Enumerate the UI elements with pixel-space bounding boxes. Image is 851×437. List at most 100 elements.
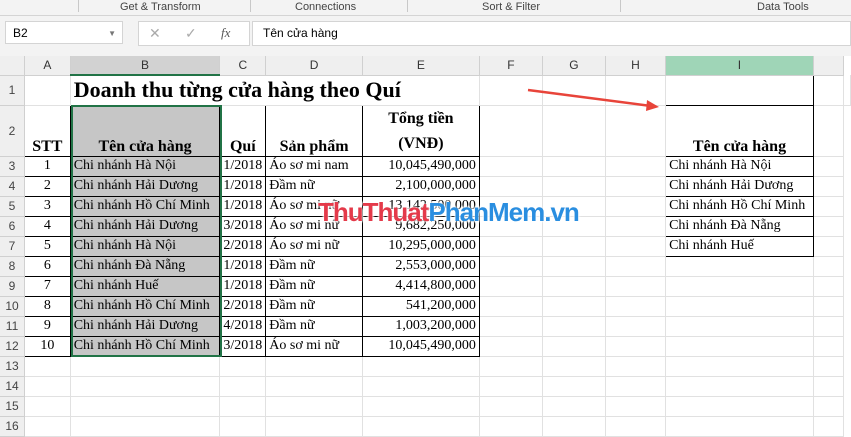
cell[interactable]	[362, 396, 480, 417]
column-header-d[interactable]: D	[265, 56, 363, 76]
cell[interactable]	[813, 336, 845, 357]
cell[interactable]	[665, 336, 814, 357]
column-header-c[interactable]: C	[219, 56, 267, 76]
row-header[interactable]: 10	[0, 296, 26, 317]
row-header[interactable]: 13	[0, 356, 26, 377]
cell[interactable]	[70, 356, 221, 377]
cell[interactable]	[605, 236, 667, 257]
row-header[interactable]: 1	[0, 75, 26, 106]
total-cell[interactable]: 4,414,800,000	[361, 275, 480, 297]
store-cell[interactable]: Chi nhánh Hồ Chí Minh	[69, 195, 221, 217]
cell[interactable]	[542, 236, 606, 257]
cell[interactable]	[813, 156, 845, 177]
unique-store-cell[interactable]: Chi nhánh Hà Nội	[665, 155, 814, 177]
cell[interactable]	[479, 296, 543, 317]
cell[interactable]	[665, 316, 814, 337]
header-total[interactable]: Tổng tiền (VNĐ)	[361, 104, 480, 157]
title-cell[interactable]: Doanh thu từng cửa hàng theo Quí	[70, 75, 480, 106]
cell[interactable]	[24, 416, 71, 437]
cell[interactable]	[219, 416, 267, 437]
formula-input[interactable]: Tên cửa hàng	[252, 21, 851, 46]
total-cell[interactable]: 1,003,200,000	[361, 315, 480, 337]
cell[interactable]	[542, 276, 606, 297]
name-box[interactable]: B2 ▼	[5, 21, 123, 44]
cell[interactable]	[813, 236, 845, 257]
store-cell[interactable]: Chi nhánh Hải Dương	[69, 315, 221, 337]
total-cell[interactable]: 541,200,000	[361, 295, 480, 317]
store-cell[interactable]: Chi nhánh Hà Nội	[69, 155, 221, 177]
quarter-cell[interactable]: 1/2018	[219, 255, 267, 277]
row-header[interactable]: 14	[0, 376, 26, 397]
quarter-cell[interactable]: 2/2018	[219, 295, 267, 317]
header-stt[interactable]: STT	[24, 104, 71, 157]
cell[interactable]	[813, 396, 845, 417]
column-header-i[interactable]: I	[665, 56, 814, 76]
stt-cell[interactable]: 2	[24, 175, 71, 197]
cell[interactable]	[605, 176, 667, 197]
cell[interactable]	[813, 416, 845, 437]
stt-cell[interactable]: 4	[24, 215, 71, 237]
cell[interactable]	[70, 376, 221, 397]
cell[interactable]	[665, 396, 814, 417]
cell[interactable]	[665, 276, 814, 297]
cell[interactable]	[605, 156, 667, 177]
cell[interactable]	[605, 256, 667, 277]
cell[interactable]	[665, 416, 814, 437]
cell[interactable]	[813, 256, 845, 277]
cell[interactable]	[70, 396, 221, 417]
cell[interactable]	[219, 376, 267, 397]
store-cell[interactable]: Chi nhánh Hải Dương	[69, 215, 221, 237]
product-cell[interactable]: Đầm nữ	[265, 275, 363, 297]
cell[interactable]	[813, 196, 845, 217]
quarter-cell[interactable]: 1/2018	[219, 195, 267, 217]
select-all-corner[interactable]	[0, 56, 26, 76]
cell[interactable]	[665, 256, 814, 277]
row-header[interactable]: 2	[0, 105, 26, 157]
row-header[interactable]: 12	[0, 336, 26, 357]
stt-cell[interactable]: 10	[24, 335, 71, 357]
quarter-cell[interactable]: 4/2018	[219, 315, 267, 337]
cell[interactable]	[542, 316, 606, 337]
cell[interactable]	[265, 396, 363, 417]
store-cell[interactable]: Chi nhánh Hồ Chí Minh	[69, 295, 221, 317]
product-cell[interactable]: Áo sơ mi nữ	[265, 235, 363, 257]
cell[interactable]	[813, 176, 845, 197]
stt-cell[interactable]: 5	[24, 235, 71, 257]
header-store[interactable]: Tên cửa hàng	[69, 104, 221, 157]
stt-cell[interactable]: 1	[24, 155, 71, 177]
cell[interactable]	[265, 416, 363, 437]
stt-cell[interactable]: 3	[24, 195, 71, 217]
column-header-f[interactable]: F	[479, 56, 543, 76]
unique-store-cell[interactable]: Chi nhánh Hồ Chí Minh	[665, 195, 814, 217]
cell[interactable]	[70, 416, 221, 437]
quarter-cell[interactable]: 1/2018	[219, 175, 267, 197]
cell[interactable]	[479, 176, 543, 197]
fx-icon[interactable]: fx	[221, 22, 230, 44]
cell[interactable]	[542, 416, 606, 437]
cell[interactable]	[542, 296, 606, 317]
cell[interactable]	[219, 396, 267, 417]
cell[interactable]	[362, 356, 480, 377]
cell[interactable]	[813, 316, 845, 337]
cell[interactable]	[605, 396, 667, 417]
cell[interactable]	[219, 356, 267, 377]
cell[interactable]	[542, 356, 606, 377]
enter-icon[interactable]: ✓	[185, 22, 197, 44]
column-header-g[interactable]: G	[542, 56, 606, 76]
cell[interactable]	[479, 256, 543, 277]
cell[interactable]	[265, 376, 363, 397]
cell[interactable]	[542, 396, 606, 417]
cell[interactable]	[479, 336, 543, 357]
stt-cell[interactable]: 8	[24, 295, 71, 317]
cell[interactable]	[605, 296, 667, 317]
quarter-cell[interactable]: 1/2018	[219, 155, 267, 177]
row-header[interactable]: 4	[0, 176, 26, 197]
cell[interactable]	[605, 356, 667, 377]
cell[interactable]	[813, 105, 845, 157]
cell[interactable]	[24, 75, 71, 106]
cell[interactable]	[542, 176, 606, 197]
cell[interactable]	[605, 416, 667, 437]
cell[interactable]	[813, 75, 845, 106]
cell[interactable]	[479, 236, 543, 257]
product-cell[interactable]: Đầm nữ	[265, 255, 363, 277]
